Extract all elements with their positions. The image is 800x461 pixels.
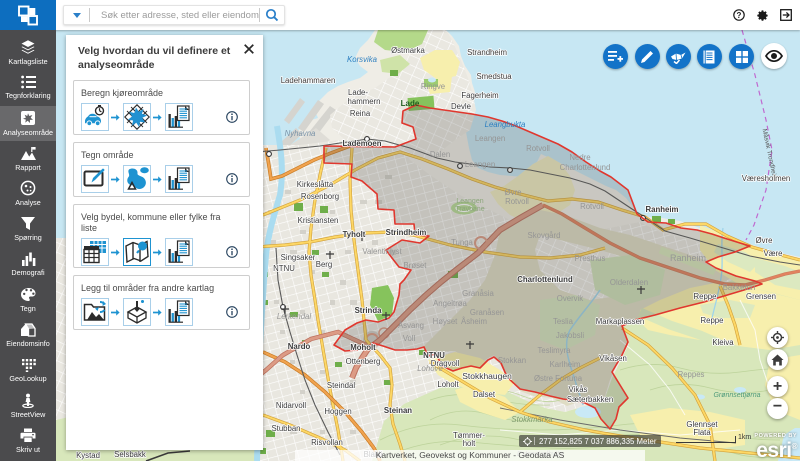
svg-text:Reppe: Reppe — [701, 316, 724, 325]
svg-text:holt: holt — [463, 439, 476, 448]
svg-text:Bakketun: Bakketun — [723, 283, 756, 292]
svg-text:Korsvika: Korsvika — [347, 55, 378, 64]
svg-text:Stubban: Stubban — [271, 424, 300, 433]
svg-text:Stokkmarka: Stokkmarka — [511, 415, 553, 424]
svg-text:Teslimyra: Teslimyra — [538, 346, 572, 355]
svg-text:Dalset: Dalset — [473, 390, 496, 399]
svg-text:Karlheim: Karlheim — [550, 360, 581, 369]
svg-text:Strindheim: Strindheim — [386, 228, 427, 237]
svg-text:Lademoen: Lademoen — [343, 139, 382, 148]
svg-text:Øvre: Øvre — [505, 188, 522, 197]
svg-text:Kleiva: Kleiva — [712, 338, 734, 347]
svg-text:hammern: hammern — [348, 97, 381, 106]
svg-text:Stokkan: Stokkan — [498, 356, 526, 365]
svg-text:Valentinlyst: Valentinlyst — [362, 247, 402, 256]
svg-text:Sæterbakken: Sæterbakken — [567, 395, 613, 404]
svg-text:Ranheim: Ranheim — [670, 253, 706, 263]
svg-text:Presthus: Presthus — [575, 254, 606, 263]
svg-text:Nedre: Nedre — [569, 153, 590, 162]
svg-text:Være: Være — [763, 249, 782, 258]
svg-text:Lohove: Lohove — [417, 364, 443, 373]
svg-text:Østmarka: Østmarka — [391, 46, 425, 55]
svg-text:Strinda: Strinda — [355, 306, 383, 315]
svg-text:Jakobsli: Jakobsli — [556, 331, 584, 340]
svg-text:Væresholmen: Væresholmen — [742, 174, 791, 183]
svg-text:Strandheim: Strandheim — [467, 48, 507, 57]
svg-text:Åsvang: Åsvang — [398, 321, 424, 330]
svg-text:?: ? — [737, 11, 742, 20]
svg-text:Granåsen: Granåsen — [470, 308, 504, 317]
svg-text:Singsaker: Singsaker — [281, 253, 316, 262]
svg-text:Skovgård: Skovgård — [528, 231, 561, 240]
svg-text:Nidarvoll: Nidarvoll — [276, 401, 307, 410]
svg-text:Leangen: Leangen — [456, 198, 483, 205]
svg-text:Ladehammaren: Ladehammaren — [281, 76, 336, 85]
svg-text:Stokkhaugen: Stokkhaugen — [462, 371, 512, 381]
svg-text:Rosenborg: Rosenborg — [301, 192, 339, 201]
svg-text:Nardo: Nardo — [288, 342, 311, 351]
svg-text:Selsbakk: Selsbakk — [114, 450, 146, 459]
svg-text:Charlottenlund: Charlottenlund — [517, 275, 573, 284]
svg-text:Kystad: Kystad — [76, 451, 100, 460]
svg-text:NTNU: NTNU — [273, 264, 295, 273]
svg-text:Moholt: Moholt — [350, 343, 376, 352]
svg-text:Tunga: Tunga — [451, 238, 473, 247]
svg-text:Tyholt: Tyholt — [343, 230, 366, 239]
svg-text:Markaplassen: Markaplassen — [596, 317, 645, 326]
svg-text:Risvollan: Risvollan — [311, 438, 343, 447]
svg-text:Reppe: Reppe — [694, 292, 717, 301]
svg-text:Flata: Flata — [693, 428, 711, 437]
svg-text:Dalen: Dalen — [430, 150, 450, 159]
svg-text:Lade: Lade — [401, 99, 420, 108]
svg-text:Leangbukta: Leangbukta — [485, 120, 526, 129]
svg-text:Angeltrøa: Angeltrøa — [433, 299, 467, 308]
svg-text:Østre Fortuna: Østre Fortuna — [534, 374, 583, 383]
svg-text:Vikås: Vikås — [569, 385, 588, 394]
svg-text:Leangen: Leangen — [475, 134, 505, 143]
svg-text:Devle: Devle — [451, 102, 471, 111]
svg-text:Smedstua: Smedstua — [476, 72, 512, 81]
svg-text:Reppes: Reppes — [678, 370, 705, 379]
svg-text:Loholt: Loholt — [437, 380, 459, 389]
svg-text:Overvik: Overvik — [557, 294, 584, 303]
svg-text:Voll: Voll — [403, 334, 416, 343]
svg-text:Olderdalen: Olderdalen — [610, 278, 648, 287]
svg-text:Lerkendal: Lerkendal — [277, 312, 312, 321]
svg-text:Ottenberg: Ottenberg — [346, 357, 381, 366]
svg-text:Steindal: Steindal — [327, 381, 355, 390]
svg-text:Rotvoll: Rotvoll — [526, 144, 550, 153]
svg-text:Lade-: Lade- — [348, 88, 368, 97]
svg-text:Rotvoll: Rotvoll — [505, 197, 529, 206]
svg-text:Charlottenlund: Charlottenlund — [560, 163, 611, 172]
svg-text:Grønnsettjørna: Grønnsettjørna — [713, 392, 760, 399]
svg-text:Granåsia: Granåsia — [462, 289, 494, 298]
svg-text:Ringve: Ringve — [421, 82, 445, 91]
svg-text:Rotvoll: Rotvoll — [580, 202, 604, 211]
svg-text:Kirkeslåtta: Kirkeslåtta — [297, 180, 334, 189]
svg-text:Åsheim: Åsheim — [461, 317, 487, 326]
svg-text:Ranheim: Ranheim — [646, 205, 679, 214]
svg-text:Teslia: Teslia — [553, 317, 574, 326]
svg-text:Berg: Berg — [316, 260, 332, 269]
svg-text:Fagerheim: Fagerheim — [461, 91, 498, 100]
svg-text:Leangen: Leangen — [465, 160, 495, 169]
svg-text:Nyhavna: Nyhavna — [285, 129, 316, 138]
svg-text:Reina: Reina — [350, 109, 371, 118]
svg-text:Steinan: Steinan — [384, 406, 412, 415]
svg-text:Brøset: Brøset — [404, 261, 428, 270]
svg-text:Hoggen: Hoggen — [324, 407, 351, 416]
svg-text:Høyset: Høyset — [433, 317, 459, 326]
svg-text:Vikåsen: Vikåsen — [599, 354, 627, 363]
svg-text:Kristiansten: Kristiansten — [298, 216, 339, 225]
svg-text:Øvre: Øvre — [756, 236, 773, 245]
svg-text:Travbane: Travbane — [455, 206, 484, 213]
svg-text:Grensen: Grensen — [746, 292, 776, 301]
